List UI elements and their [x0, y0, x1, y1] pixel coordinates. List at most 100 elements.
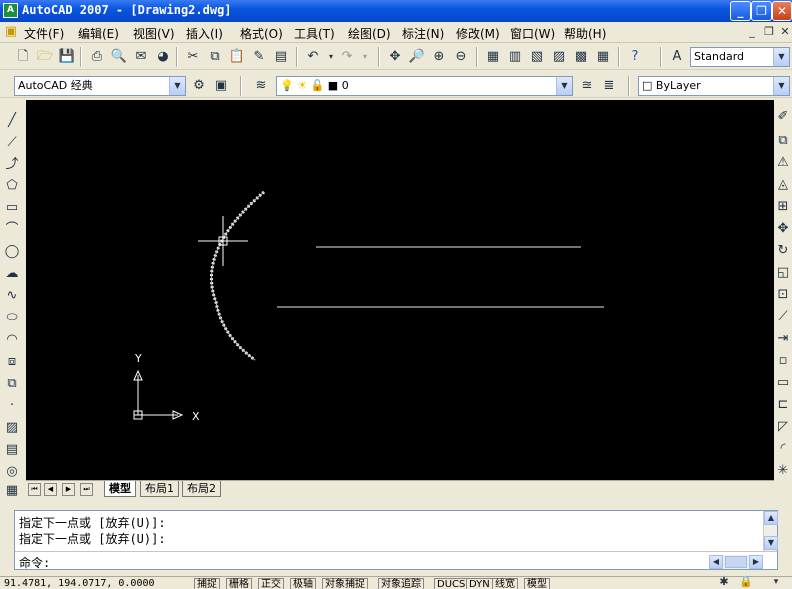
rotate-icon[interactable]: ↻ — [774, 242, 792, 260]
publish-icon[interactable]: ✉ — [132, 48, 150, 66]
chevron-down-icon[interactable]: ▼ — [773, 48, 789, 66]
last-tab-icon[interactable]: ⏭ — [80, 483, 93, 496]
doc-close-button[interactable]: ✕ — [778, 25, 792, 39]
ellipse-arc-icon[interactable]: ◠ — [3, 331, 21, 349]
toggle-snap[interactable]: 捕捉 — [194, 578, 220, 589]
workspace-settings-icon[interactable]: ⚙ — [190, 77, 208, 95]
drawing-canvas[interactable]: Y X — [26, 100, 774, 480]
properties-icon[interactable]: ▦ — [484, 48, 502, 66]
new-file-icon[interactable]: 🗋 — [14, 48, 32, 66]
extend-icon[interactable]: ⇥ — [774, 330, 792, 348]
move-icon[interactable]: ✥ — [774, 220, 792, 238]
menu-file[interactable]: 文件(F) — [24, 25, 64, 42]
break-icon[interactable]: ▭ — [774, 374, 792, 392]
hatch-icon[interactable]: ▨ — [3, 419, 21, 437]
explode-icon[interactable]: ✳ — [774, 462, 792, 480]
command-hscrollbar[interactable]: ◀ ▶ — [709, 555, 763, 569]
toggle-ortho[interactable]: 正交 — [258, 578, 284, 589]
scale-icon[interactable]: ◱ — [774, 264, 792, 282]
doc-restore-button[interactable]: ❐ — [762, 25, 776, 39]
insert-block-icon[interactable]: ⧈ — [3, 353, 21, 371]
save-icon[interactable]: 💾 — [58, 48, 76, 66]
line-icon[interactable]: ╱ — [3, 112, 21, 130]
polyline-icon[interactable]: ⤴ — [3, 156, 21, 174]
document-icon[interactable]: ▣ — [2, 23, 20, 41]
chevron-down-icon[interactable]: ▼ — [773, 77, 789, 95]
revision-cloud-icon[interactable]: ☁ — [3, 265, 21, 283]
zoom-window-icon[interactable]: ⊕ — [430, 48, 448, 66]
table-icon[interactable]: ▦ — [3, 482, 21, 500]
erase-icon[interactable]: ✐ — [774, 108, 792, 126]
workspace-select[interactable]: AutoCAD 经典 ▼ — [14, 76, 186, 96]
pan-icon[interactable]: ✥ — [386, 48, 404, 66]
stretch-icon[interactable]: ⊡ — [774, 286, 792, 304]
layer-manager-icon[interactable]: ≋ — [252, 77, 270, 95]
array-icon[interactable]: ⊞ — [774, 198, 792, 216]
fillet-icon[interactable]: ◜ — [774, 440, 792, 458]
my-workspace-icon[interactable]: ▣ — [212, 77, 230, 95]
scroll-right-icon[interactable]: ▶ — [749, 555, 763, 569]
zoom-previous-icon[interactable]: ⊖ — [452, 48, 470, 66]
block-editor-icon[interactable]: ▤ — [272, 48, 290, 66]
scroll-down-icon[interactable]: ▼ — [764, 536, 778, 550]
mirror-icon[interactable]: ⚠ — [774, 154, 792, 172]
sheet-set-icon[interactable]: ▨ — [550, 48, 568, 66]
region-icon[interactable]: ◎ — [3, 463, 21, 481]
minimize-button[interactable]: _ — [730, 1, 751, 21]
layer-previous-icon[interactable]: ≣ — [600, 77, 618, 95]
undo-icon[interactable]: ↶ — [304, 48, 322, 66]
help-icon[interactable]: ? — [626, 48, 644, 66]
break-at-point-icon[interactable]: ▫ — [774, 352, 792, 370]
menu-window[interactable]: 窗口(W) — [510, 25, 555, 42]
construction-line-icon[interactable]: ⟋ — [3, 134, 21, 152]
join-icon[interactable]: ⊏ — [774, 396, 792, 414]
point-icon[interactable]: · — [3, 397, 21, 415]
make-block-icon[interactable]: ⧉ — [3, 375, 21, 393]
toggle-otrack[interactable]: 对象追踪 — [378, 578, 424, 589]
toggle-osnap[interactable]: 对象捕捉 — [322, 578, 368, 589]
chevron-down-icon[interactable]: ▼ — [169, 77, 185, 95]
chamfer-icon[interactable]: ◸ — [774, 418, 792, 436]
print-preview-icon[interactable]: 🔍 — [110, 48, 128, 66]
next-tab-icon[interactable]: ▶ — [62, 483, 75, 496]
autocad-app-icon[interactable]: A — [3, 3, 18, 18]
scroll-thumb[interactable] — [725, 556, 747, 568]
prev-tab-icon[interactable]: ◀ — [44, 483, 57, 496]
toggle-grid[interactable]: 栅格 — [226, 578, 252, 589]
menu-insert[interactable]: 插入(I) — [186, 25, 223, 42]
tab-model[interactable]: 模型 — [104, 481, 136, 497]
toggle-polar[interactable]: 极轴 — [290, 578, 316, 589]
tab-layout1[interactable]: 布局1 — [140, 481, 179, 497]
match-properties-icon[interactable]: ✎ — [250, 48, 268, 66]
menu-tools[interactable]: 工具(T) — [294, 25, 335, 42]
markup-icon[interactable]: ▩ — [572, 48, 590, 66]
command-history-scrollbar[interactable]: ▲ ▼ — [763, 511, 778, 551]
status-menu-icon[interactable]: ▾ — [768, 573, 784, 589]
restore-button[interactable]: ❐ — [751, 1, 772, 21]
menu-dimension[interactable]: 标注(N) — [402, 25, 444, 42]
calculator-icon[interactable]: ▦ — [594, 48, 612, 66]
tool-palettes-icon[interactable]: ▧ — [528, 48, 546, 66]
copy-icon[interactable]: ⧉ — [206, 48, 224, 66]
trim-icon[interactable]: ⟋ — [774, 308, 792, 326]
coordinate-readout[interactable]: 91.4781, 194.0717, 0.0000 — [4, 578, 155, 589]
open-folder-icon[interactable]: 🗁 — [36, 48, 54, 66]
menu-edit[interactable]: 编辑(E) — [78, 25, 119, 42]
command-prompt[interactable]: 命令: — [19, 554, 50, 571]
text-style-select[interactable]: Standard ▼ — [690, 47, 790, 67]
scroll-up-icon[interactable]: ▲ — [764, 511, 778, 525]
toggle-ducs[interactable]: DUCS — [434, 578, 469, 589]
ellipse-icon[interactable]: ⬭ — [3, 309, 21, 327]
gradient-icon[interactable]: ▤ — [3, 441, 21, 459]
copy-object-icon[interactable]: ⧉ — [774, 132, 792, 150]
spline-icon[interactable]: ∿ — [3, 287, 21, 305]
offset-icon[interactable]: ◬ — [774, 176, 792, 194]
lock-toolbar-icon[interactable]: 🔒 — [738, 573, 754, 589]
menu-format[interactable]: 格式(O) — [240, 25, 283, 42]
menu-draw[interactable]: 绘图(D) — [348, 25, 391, 42]
doc-minimize-button[interactable]: _ — [745, 25, 759, 39]
print-icon[interactable]: ⎙ — [88, 48, 106, 66]
menu-modify[interactable]: 修改(M) — [456, 25, 500, 42]
redo-icon[interactable]: ↷ — [338, 48, 356, 66]
color-control-select[interactable]: □ ByLayer ▼ — [638, 76, 790, 96]
